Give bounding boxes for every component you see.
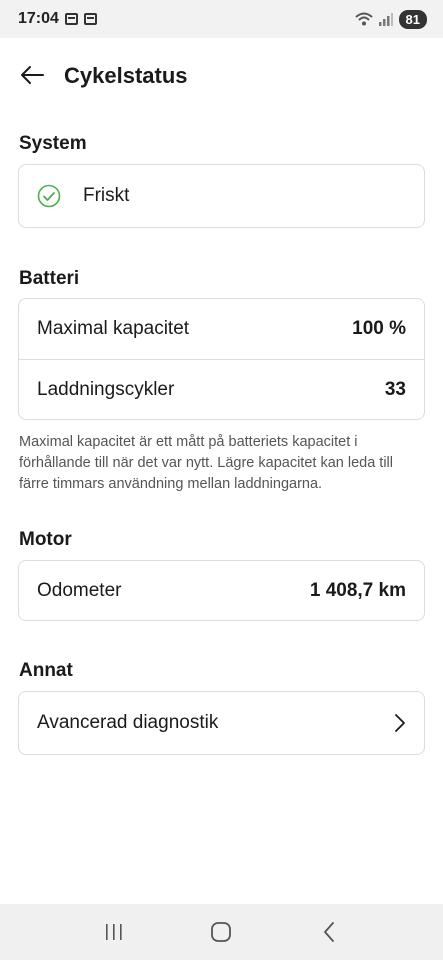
check-circle-icon	[37, 184, 61, 208]
system-status-card: Friskt	[18, 164, 425, 228]
battery-note: Maximal kapacitet är ett mått på batteri…	[19, 434, 393, 492]
battery-card: Maximal kapacitet 100 % Laddningscykler …	[18, 298, 425, 420]
section-title-other: Annat	[19, 660, 73, 681]
app-header: Cykelstatus	[0, 52, 443, 98]
home-icon	[211, 922, 232, 942]
notification-icon	[64, 13, 78, 25]
other-card: Avancerad diagnostik	[18, 691, 425, 755]
row-value: 100 %	[352, 318, 406, 339]
notification-icon-2	[83, 13, 97, 25]
row-label: Odometer	[37, 579, 122, 601]
page-title: Cykelstatus	[64, 63, 188, 88]
motor-card: Odometer 1 408,7 km	[18, 560, 425, 621]
status-bar: 17:04 81	[0, 0, 443, 38]
section-title-motor: Motor	[19, 529, 72, 550]
chevron-right-icon	[395, 714, 405, 732]
system-nav-bar	[0, 904, 443, 960]
system-back-button[interactable]	[309, 912, 349, 952]
arrow-left-icon	[21, 66, 44, 84]
recent-apps-icon	[105, 924, 122, 940]
motor-row-odometer: Odometer 1 408,7 km	[19, 561, 424, 620]
home-button[interactable]	[201, 912, 241, 952]
wifi-icon	[354, 12, 373, 26]
row-value: 33	[384, 378, 406, 400]
back-button[interactable]	[16, 60, 48, 90]
advanced-diagnostics-row[interactable]: Avancerad diagnostik	[19, 692, 424, 754]
row-label: Avancerad diagnostik	[37, 712, 219, 733]
section-title-battery: Batteri	[19, 268, 80, 289]
row-label: Maximal kapacitet	[37, 318, 190, 339]
row-label: Laddningscykler	[37, 378, 175, 400]
status-time: 17:04	[18, 10, 59, 27]
signal-icon	[378, 12, 393, 26]
chevron-left-icon	[324, 922, 335, 942]
recent-apps-button[interactable]	[94, 912, 134, 952]
system-status-label: Friskt	[83, 185, 130, 206]
row-value: 1 408,7 km	[309, 579, 406, 601]
battery-indicator: 81	[398, 9, 427, 29]
battery-row-charge-cycles: Laddningscykler 33	[19, 359, 424, 419]
battery-row-max-capacity: Maximal kapacitet 100 %	[19, 299, 424, 359]
system-status-row: Friskt	[19, 165, 424, 227]
section-title-system: System	[19, 133, 87, 154]
